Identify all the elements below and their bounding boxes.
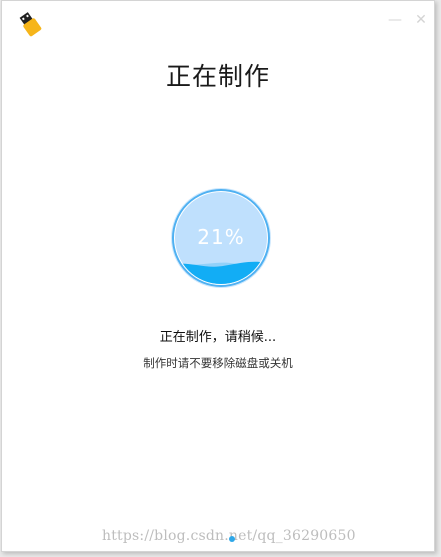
watermark-dot: [229, 536, 235, 542]
progress-percent: 21%: [197, 225, 245, 249]
close-button[interactable]: ✕: [414, 13, 428, 27]
maker-dialog: — ✕ 正在制作 21% 正在制作，请稍候... 制作时请不要移除磁盘或关机: [1, 0, 435, 552]
dialog-title: 正在制作: [165, 62, 270, 91]
hint-text: 制作时请不要移除磁盘或关机: [143, 356, 293, 370]
minimize-button[interactable]: —: [388, 13, 402, 27]
minimize-icon: —: [388, 12, 402, 28]
status-text: 正在制作，请稍候...: [159, 330, 277, 345]
close-icon: ✕: [415, 12, 427, 28]
usb-drive-icon: [19, 12, 42, 37]
